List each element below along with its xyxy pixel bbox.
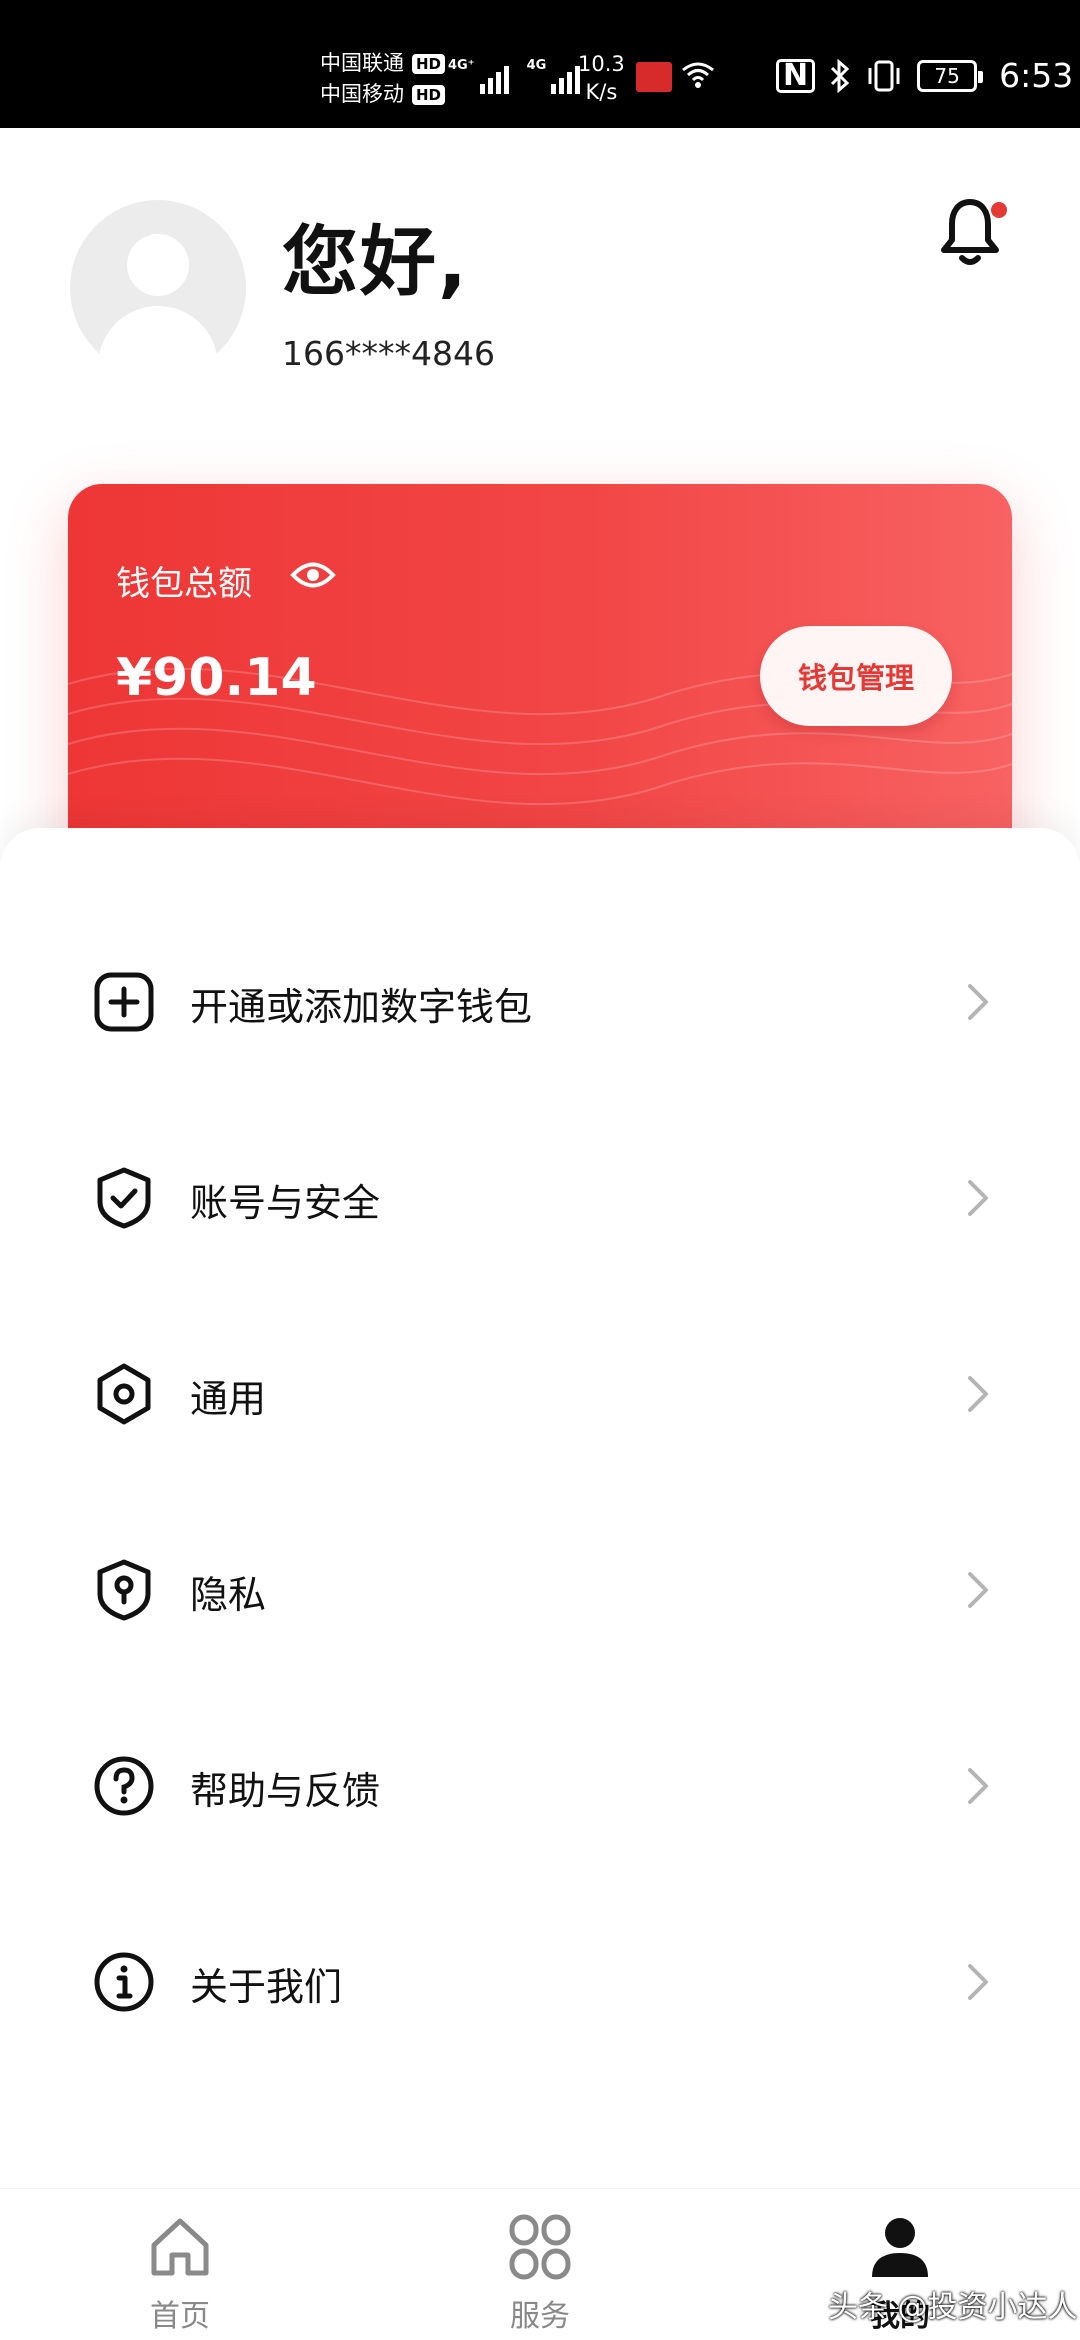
signal-indicators: 4G⁺ 4G [448,58,581,94]
menu-label: 通用 [190,1377,267,1421]
app-screen: 中国联通 HD 中国移动 HD 4G⁺ 4G 10.3 K/s N 75 6:5… [0,0,1080,2340]
hd-badge: HD [412,84,446,105]
shield-keyhole-icon [97,1559,151,1621]
menu-label: 开通或添加数字钱包 [190,985,533,1029]
menu-item-general[interactable]: 通用 [0,1362,1080,1502]
menu-item-about-us[interactable]: 关于我们 [0,1950,1080,2090]
shield-check-icon [97,1167,151,1229]
menu-label: 帮助与反馈 [190,1769,381,1813]
avatar[interactable] [70,200,246,376]
nfc-icon: N [776,58,816,93]
carrier-1: 中国联通 [320,51,404,75]
info-circle-icon [94,1952,154,2012]
plus-square-icon [94,972,154,1032]
signal-icon: 4G⁺ [448,58,509,94]
hexagon-gear-icon [97,1363,151,1425]
wallet-total-label: 钱包总额 [116,564,252,604]
network-speed: 10.3 K/s [578,50,625,106]
speed-unit: K/s [585,80,618,104]
wifi-icon [682,62,714,88]
menu-item-account-security[interactable]: 账号与安全 [0,1166,1080,1306]
nav-services[interactable]: 服务 [440,2211,640,2334]
chevron-right-icon [968,1180,988,1216]
clock: 6:53 [999,56,1074,95]
vibrate-icon [868,60,900,91]
hd-badge: HD [412,53,446,74]
wallet-manage-button[interactable]: 钱包管理 [760,626,952,726]
nav-home[interactable]: 首页 [80,2211,280,2334]
menu-item-add-wallet[interactable]: 开通或添加数字钱包 [0,970,1080,1110]
chevron-right-icon [968,1964,988,2000]
menu-label: 账号与安全 [190,1181,381,1225]
speed-value: 10.3 [578,52,625,76]
eye-icon[interactable] [290,556,336,594]
carrier-info: 中国联通 HD 中国移动 HD [320,48,446,110]
watermark: 头条 @投资小达人 [828,2290,1078,2325]
carrier-2: 中国移动 [320,82,404,106]
chevron-right-icon [968,1572,988,1608]
user-phone: 166****4846 [282,334,495,373]
nav-label: 服务 [510,2299,570,2334]
app-notification-icon [636,62,672,92]
wallet-amount: ¥90.14 [116,648,317,708]
avatar-head [127,234,189,296]
menu-label: 关于我们 [190,1965,343,2009]
menu-item-help-feedback[interactable]: 帮助与反馈 [0,1754,1080,1894]
network-type-1: 4G⁺ [448,58,475,73]
chevron-right-icon [968,984,988,1020]
bluetooth-icon [831,58,850,93]
notification-dot [991,202,1007,218]
network-type-2: 4G [526,58,547,73]
status-right: N 75 6:53 [776,56,1073,95]
question-circle-icon [94,1756,154,1816]
chevron-right-icon [968,1768,988,1804]
home-icon [151,2218,209,2276]
chevron-right-icon [968,1376,988,1412]
menu-item-privacy[interactable]: 隐私 [0,1558,1080,1698]
avatar-body [98,306,218,376]
menu-label: 隐私 [190,1573,267,1617]
nav-label: 首页 [150,2299,210,2334]
status-bar: 中国联通 HD 中国移动 HD 4G⁺ 4G 10.3 K/s N 75 6:5… [0,0,1080,128]
services-grid-icon [509,2214,571,2280]
greeting-title: 您好, [282,217,469,306]
signal-icon: 4G [527,58,581,94]
menu-panel: 开通或添加数字钱包 账号与安全 通用 隐私 帮助与反馈 关于我们 [0,828,1080,2188]
person-icon [872,2218,928,2277]
wallet-card[interactable]: 钱包总额 ¥90.14 钱包管理 [68,484,1012,884]
battery-icon: 75 [917,59,984,92]
